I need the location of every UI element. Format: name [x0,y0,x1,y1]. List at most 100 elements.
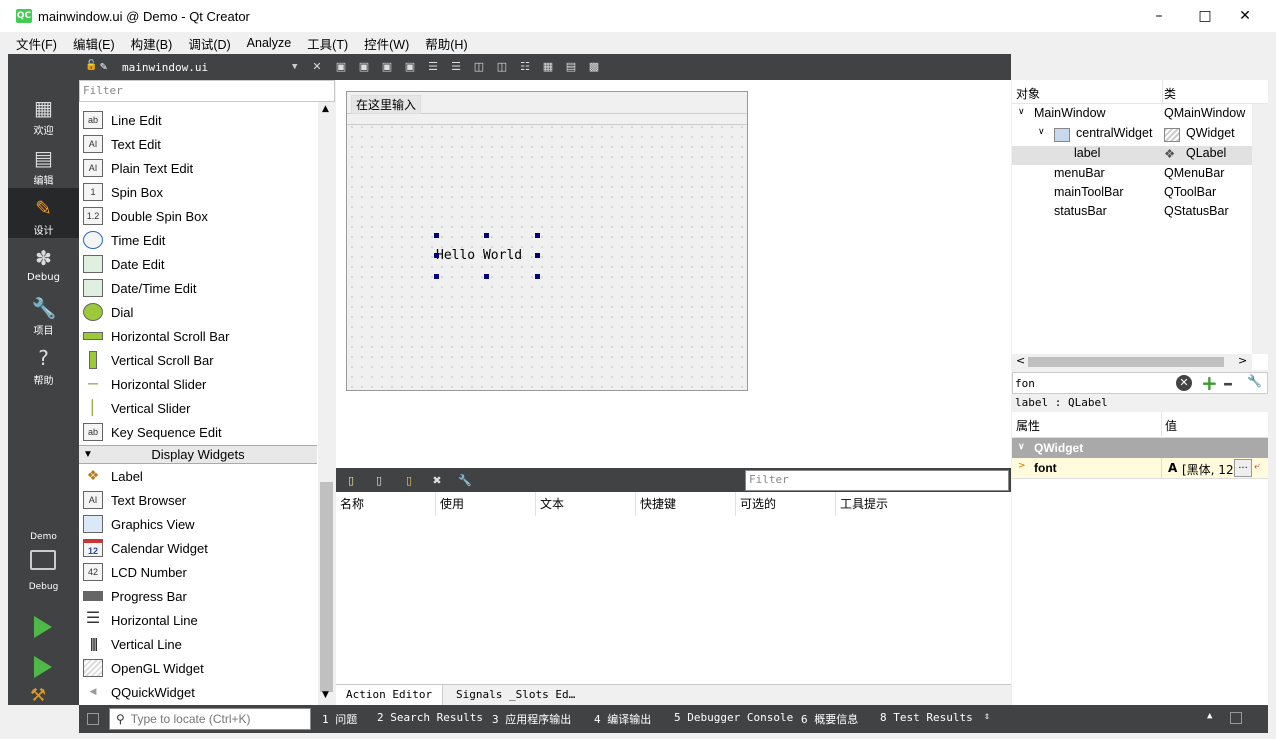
widget-vertical-scroll-bar[interactable]: Vertical Scroll Bar [83,348,214,372]
pane-search-results[interactable]: 2 Search Results [377,711,483,724]
widget-qquickwidget[interactable]: ◀ QQuickWidget [83,680,195,704]
configure-icon[interactable]: 🔧 [456,472,474,490]
tree-row-mainwindow[interactable]: ∨ MainWindow QMainWindow [1012,106,1252,125]
pane-test-results[interactable]: 8 Test Results [880,711,973,724]
tree-row-label[interactable]: label ❖ QLabel [1012,146,1252,165]
col-shortcut[interactable]: 快捷键 [636,492,736,516]
widget-progress-bar[interactable]: Progress Bar [83,584,187,608]
close-button[interactable]: ✕ [1222,0,1268,32]
widget-key-sequence-edit[interactable]: ab Key Sequence Edit [83,420,222,444]
chevron-up-icon[interactable]: ▲ [322,104,329,114]
mode-debug[interactable]: ✽ Debug [8,238,79,288]
widget-horizontal-line[interactable]: ☰ Horizontal Line [83,608,198,632]
new-action-icon[interactable]: ▯ [342,472,360,490]
edit-tab-order-icon[interactable]: ▣ [401,58,419,76]
menu-file[interactable]: 文件(F) [8,34,65,53]
selection-handle[interactable] [484,233,489,238]
run-icon[interactable] [34,616,52,638]
copy-action-icon[interactable]: ▯ [370,472,388,490]
mode-design[interactable]: ✎ 设计 [8,188,79,238]
widget-vertical-slider[interactable]: │ Vertical Slider [83,396,191,420]
edit-signals-icon[interactable]: ▣ [355,58,373,76]
menu-debug[interactable]: 调试(D) [180,34,238,53]
minimize-button[interactable]: – [1136,0,1182,32]
pane-debugger-console[interactable]: 5 Debugger Console [674,711,793,724]
reset-icon[interactable]: ⤶ [1254,461,1260,472]
object-hscrollbar[interactable]: < > [1012,354,1252,370]
layout-grid-icon[interactable]: ▦ [539,58,557,76]
selection-handle[interactable] [484,274,489,279]
widget-dial[interactable]: Dial [83,300,133,324]
widget-double-spin-box[interactable]: 1.2 Double Spin Box [83,204,208,228]
mode-help[interactable]: ? 帮助 [8,338,79,388]
hammer-icon[interactable]: ⚒ [30,687,54,705]
widget-label-item[interactable]: ❖ Label [83,464,143,488]
widget-datetime-edit[interactable]: Date/Time Edit [83,276,197,300]
tab-action-editor[interactable]: Action Editor [336,685,444,705]
main-window-form[interactable]: 在这里输入 [346,91,748,391]
chevron-right-icon[interactable]: > [1238,354,1247,367]
layout-vertical-icon[interactable]: ☰ [447,58,465,76]
widget-horizontal-slider[interactable]: ─ Horizontal Slider [83,372,206,396]
col-text[interactable]: 文本 [536,492,636,516]
col-class[interactable]: 类 [1164,85,1176,102]
menu-widgets[interactable]: 控件(W) [356,34,417,53]
property-filter-input[interactable] [1015,375,1175,391]
mode-edit[interactable]: ▤ 编辑 [8,138,79,188]
widget-filter-input[interactable]: Filter [79,80,335,102]
selection-handle[interactable] [535,233,540,238]
add-property-icon[interactable]: + [1201,371,1218,395]
widget-opengl[interactable]: OpenGL Widget [83,656,204,680]
widget-line-edit[interactable]: ab Line Edit [83,108,162,132]
property-group-qwidget[interactable]: ∨ QWidget [1012,438,1268,458]
pane-app-output[interactable]: 3 应用程序输出 [492,711,571,727]
chevron-up-icon[interactable]: ▲ [1207,711,1212,721]
col-tooltip[interactable]: 工具提示 [836,492,1011,516]
menu-help[interactable]: 帮助(H) [417,34,475,53]
widget-lcd-number[interactable]: 42 LCD Number [83,560,187,584]
widget-plain-text-edit[interactable]: AI Plain Text Edit [83,156,193,180]
menu-build[interactable]: 构建(B) [123,34,181,53]
tree-row-centralwidget[interactable]: ∨ centralWidget QWidget [1012,126,1252,145]
adjust-size-icon[interactable]: ▩ [585,58,603,76]
sidebar-toggle-icon[interactable] [87,713,99,725]
clear-icon[interactable]: ✕ [1176,375,1192,391]
browse-button[interactable]: ... [1234,459,1252,477]
tab-signals-slots[interactable]: Signals _Slots Ed… [446,685,585,705]
category-display-widgets[interactable]: ▼ Display Widgets [79,445,317,464]
selection-handle[interactable] [434,253,439,258]
col-checkable[interactable]: 可选的 [736,492,836,516]
widget-time-edit[interactable]: Time Edit [83,228,165,252]
type-here-menu[interactable]: 在这里输入 [351,95,422,114]
chevron-left-icon[interactable]: < [1016,354,1025,367]
remove-property-icon[interactable]: – [1223,371,1233,395]
col-name[interactable]: 名称 [336,492,436,516]
selection-handle[interactable] [434,233,439,238]
output-toggle-icon[interactable] [1230,712,1242,724]
widget-spin-box[interactable]: 1 Spin Box [83,180,163,204]
col-used[interactable]: 使用 [436,492,536,516]
close-document-icon[interactable]: ✕ [308,58,326,76]
delete-action-icon[interactable]: ✖ [428,472,446,490]
widget-calendar[interactable]: 12 Calendar Widget [83,536,208,560]
chevron-right-icon[interactable]: > [1018,461,1026,471]
layout-horizontal-icon[interactable]: ☰ [424,58,442,76]
widget-text-browser[interactable]: AI Text Browser [83,488,186,512]
scrollbar-thumb[interactable] [1028,357,1224,367]
debug-run-icon[interactable] [34,656,52,678]
edit-buddies-icon[interactable]: ▣ [378,58,396,76]
layout-v-splitter-icon[interactable]: ◫ [493,58,511,76]
object-vscrollbar[interactable] [1252,104,1268,354]
configure-icon[interactable]: 🔧 [1247,374,1262,388]
chevron-down-icon[interactable]: ▼ [322,690,329,700]
locator-input[interactable]: ⚲ Type to locate (Ctrl+K) [109,708,311,730]
menu-edit[interactable]: 编辑(E) [65,34,123,53]
tree-row-menubar[interactable]: menuBar QMenuBar [1012,166,1252,185]
pane-issues[interactable]: 1 问题 [322,711,357,727]
scrollbar-thumb[interactable] [320,482,333,692]
widget-box-scrollbar[interactable]: ▲ ▼ [318,102,335,705]
open-documents-combo[interactable]: ✎ mainwindow.ui ▼ [100,54,310,80]
layout-form-icon[interactable]: ☷ [516,58,534,76]
col-property[interactable]: 属性 [1016,417,1040,434]
selection-handle[interactable] [535,253,540,258]
